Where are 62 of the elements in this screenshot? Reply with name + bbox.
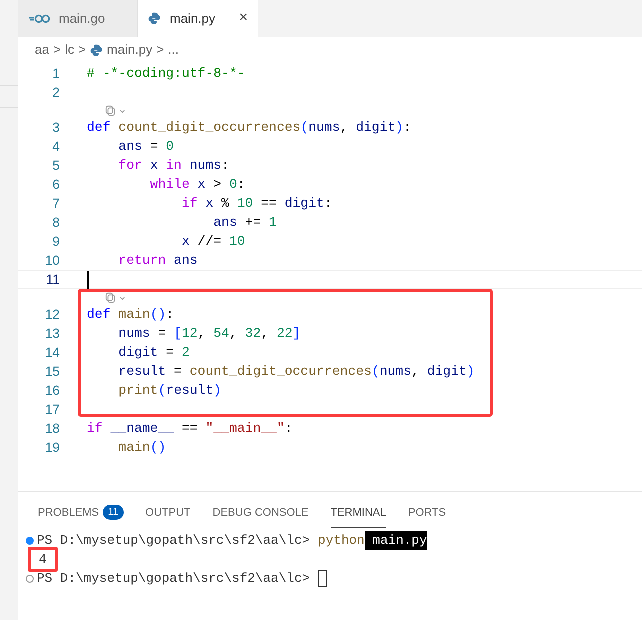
code-line: return ans [118, 252, 198, 270]
breadcrumb-item[interactable]: main.py [107, 40, 153, 60]
editor-tab[interactable]: main.go [18, 0, 138, 37]
code-line: if __name__ == "__main__": [87, 420, 293, 438]
panel-tab[interactable]: PORTS [408, 504, 446, 528]
breadcrumb-item[interactable]: ... [168, 40, 180, 60]
line-number: 17 [44, 400, 60, 419]
line-number: 2 [52, 84, 60, 102]
code-line: for x in nums: [118, 156, 230, 175]
code-line: digit = 2 [118, 344, 190, 362]
references-icon [105, 292, 116, 302]
code-line: # -*-coding:utf-8-*- [87, 64, 246, 83]
line-number: 9 [52, 232, 60, 251]
terminal-prompt: PS D:\mysetup\gopath\src\sf2\aa\lc> [37, 570, 310, 588]
line-number: 13 [44, 324, 60, 343]
code-line: main() [118, 438, 166, 457]
breadcrumb-separator: > [53, 41, 62, 60]
close-icon[interactable]: × [239, 7, 248, 30]
python-icon [90, 44, 104, 56]
code-line: ans = 0 [118, 138, 174, 156]
line-number: 16 [44, 382, 60, 400]
line-number: 6 [52, 176, 60, 194]
code-line: while x > 0: [149, 176, 246, 194]
text-cursor [87, 270, 89, 288]
editor-tab[interactable]: main.py × [138, 0, 258, 37]
line-number: 15 [44, 362, 60, 381]
line-number: 8 [52, 214, 60, 232]
line-number: 10 [44, 252, 60, 270]
code-line: def main(): [87, 306, 174, 324]
line-number: 3 [52, 118, 60, 137]
breadcrumb-item[interactable]: lc [65, 40, 74, 60]
line-number: 12 [44, 306, 60, 324]
code-line: ans += 1 [212, 214, 277, 232]
code-line: result = count_digit_occurrences(nums, digit) [118, 362, 475, 381]
panel-tab[interactable]: OUTPUT [146, 504, 191, 528]
breadcrumb-separator: > [156, 41, 164, 60]
line-number: 18 [44, 420, 60, 438]
selected-text: main.py [364, 530, 428, 550]
line-number: 14 [44, 344, 60, 362]
line-number: 5 [52, 156, 60, 175]
terminal-output: 4 [28, 546, 58, 572]
line-number: 4 [52, 138, 60, 156]
references-icon [105, 104, 116, 116]
python-icon [148, 12, 161, 25]
panel-tab[interactable]: DEBUG CONSOLE [212, 504, 309, 528]
count-badge: 11 [103, 505, 124, 520]
code-line: if x % 10 == digit: [180, 194, 332, 213]
terminal-command: python [318, 532, 365, 550]
breadcrumb-separator: > [78, 41, 86, 60]
panel-tab[interactable]: TERMINAL [330, 504, 386, 528]
line-number: 1 [52, 64, 60, 83]
line-number: 11 [45, 270, 60, 289]
terminal-cursor [318, 570, 328, 587]
code-line: nums = [12, 54, 32, 22] [118, 324, 301, 343]
line-number: 19 [44, 438, 60, 457]
code-line: x //= 10 [180, 232, 246, 251]
go-icon [28, 14, 50, 24]
breadcrumb-item[interactable]: aa [35, 40, 50, 60]
code-line: def count_digit_occurrences(nums, digit): [87, 118, 412, 137]
code-line: print(result) [118, 382, 222, 400]
panel-tab[interactable]: PROBLEMS 11 [38, 504, 124, 528]
line-number: 7 [52, 194, 60, 213]
